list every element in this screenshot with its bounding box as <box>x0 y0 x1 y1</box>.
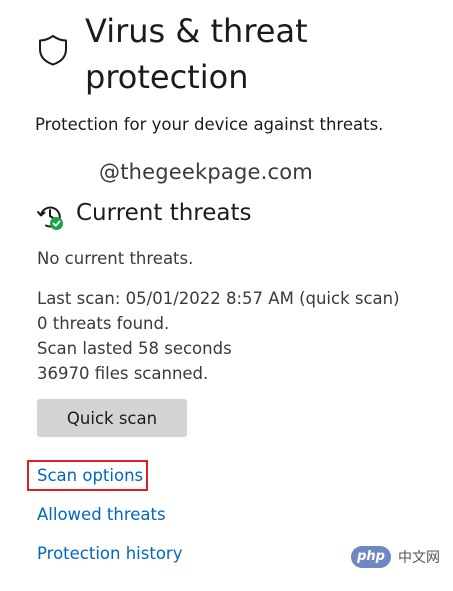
status-line-files-scanned: 36970 files scanned. <box>37 364 209 383</box>
scan-options-link[interactable]: Scan options <box>37 466 143 485</box>
history-check-icon <box>37 206 63 230</box>
allowed-threats-link[interactable]: Allowed threats <box>37 505 166 524</box>
page-subtitle: Protection for your device against threa… <box>35 115 384 134</box>
php-logo-badge: php <box>351 546 391 568</box>
shield-icon <box>39 35 67 66</box>
php-site-text: 中文网 <box>398 550 440 566</box>
status-line-threats-found: 0 threats found. <box>37 314 170 333</box>
check-badge-icon <box>50 217 63 230</box>
status-line-no-threats: No current threats. <box>37 249 194 268</box>
quick-scan-button[interactable]: Quick scan <box>37 399 187 437</box>
status-line-last-scan: Last scan: 05/01/2022 8:57 AM (quick sca… <box>37 289 400 308</box>
page-title: Virus & threat protection <box>85 12 308 96</box>
protection-history-link[interactable]: Protection history <box>37 544 182 563</box>
watermark-text: @thegeekpage.com <box>99 160 313 184</box>
section-title-current-threats: Current threats <box>76 200 252 226</box>
threat-status-block: No current threats. Last scan: 05/01/202… <box>37 246 400 386</box>
status-line-scan-duration: Scan lasted 58 seconds <box>37 339 232 358</box>
